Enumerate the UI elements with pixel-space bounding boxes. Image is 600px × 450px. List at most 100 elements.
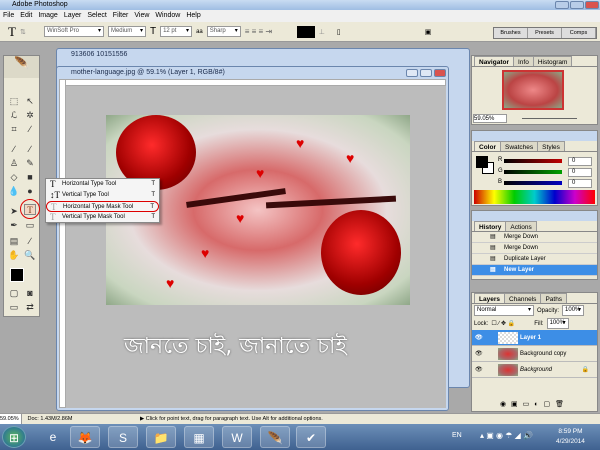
menu-filter[interactable]: Filter — [113, 12, 129, 19]
channel-slider[interactable] — [504, 159, 562, 163]
shape-tool-icon[interactable]: ▭ — [24, 220, 36, 231]
minimize-button[interactable] — [555, 1, 569, 9]
warp-text-icon[interactable]: ⊥ — [319, 28, 333, 36]
screen-mode-icon[interactable]: ▭ — [8, 302, 20, 313]
explorer-icon[interactable]: 📁 — [146, 426, 176, 448]
tab-layers[interactable]: Layers — [474, 293, 505, 303]
menu-window[interactable]: Window — [155, 12, 180, 19]
foreground-color[interactable] — [10, 268, 24, 282]
tool-preset-picker[interactable]: T — [8, 24, 16, 40]
flyout-horizontal-type-mask-tool[interactable]: T Horizontal Type Mask Tool T — [46, 201, 159, 212]
eyedropper-icon[interactable]: ∕ — [24, 236, 36, 247]
tray-icons[interactable]: ▴ ▣ ◉ ☂ ◢ 🔊 — [480, 431, 533, 440]
history-item[interactable]: ▤ Duplicate Layer — [472, 254, 597, 265]
history-item[interactable]: ▤ New Layer — [472, 265, 597, 276]
channel-value[interactable]: 0 — [568, 179, 592, 188]
layer-row[interactable]: 👁 Background 🔒 — [472, 362, 597, 378]
healing-brush-icon[interactable]: ∕ — [8, 144, 20, 155]
clock-time[interactable]: 8:59 PM — [556, 427, 585, 437]
history-item[interactable]: ▤ Merge Down — [472, 243, 597, 254]
language-indicator[interactable]: EN — [452, 432, 462, 439]
history-item[interactable]: ▤ Merge Down — [472, 232, 597, 243]
tab-swatches[interactable]: Swatches — [499, 141, 539, 151]
zoom-tool-icon[interactable]: 🔍 — [24, 250, 36, 261]
dodge-tool-icon[interactable]: ● — [24, 186, 36, 197]
winrar-icon[interactable]: ▦ — [184, 426, 214, 448]
visibility-eye-icon[interactable]: 👁 — [475, 362, 483, 378]
stamp-tool-icon[interactable]: ♙ — [8, 158, 20, 169]
menu-file[interactable]: File — [3, 12, 14, 19]
move-tool-icon[interactable]: ↖ — [24, 96, 36, 107]
ie-icon[interactable]: e — [38, 426, 68, 448]
tab-info[interactable]: Info — [512, 56, 534, 66]
menu-image[interactable]: Image — [38, 12, 57, 19]
tab-paths[interactable]: Paths — [540, 293, 568, 303]
tab-color[interactable]: Color — [474, 141, 501, 151]
slice-tool-icon[interactable]: ∕ — [24, 124, 36, 135]
blend-mode-select[interactable]: Normal — [474, 305, 534, 316]
visibility-eye-icon[interactable]: 👁 — [475, 330, 483, 346]
start-button[interactable]: ⊞ — [2, 426, 26, 448]
channel-value[interactable]: 0 — [568, 168, 592, 177]
flyout-vertical-type-tool[interactable]: ↕T Vertical Type Tool T — [46, 190, 159, 201]
tab-styles[interactable]: Styles — [537, 141, 565, 151]
font-family-select[interactable]: WinSoft Pro — [43, 26, 104, 37]
font-size-select[interactable]: 12 pt — [160, 26, 193, 37]
status-doc-size[interactable]: Doc: 1.43M/2.86M — [28, 416, 73, 422]
channel-value[interactable]: 0 — [568, 157, 592, 166]
skype-icon[interactable]: S — [108, 426, 138, 448]
menu-help[interactable]: Help — [186, 12, 200, 19]
channel-slider[interactable] — [504, 170, 562, 174]
tab-history[interactable]: History — [474, 221, 507, 231]
flyout-vertical-type-mask-tool[interactable]: T Vertical Type Mask Tool T — [46, 212, 159, 223]
canvas-area[interactable]: ♥ ♥ ♥ ♥ ♥ ♥ জানতে চাই, জানাতে চাই — [59, 79, 446, 408]
channel-slider[interactable] — [504, 181, 562, 185]
font-style-select[interactable]: Medium — [107, 26, 146, 37]
tab-navigator[interactable]: Navigator — [474, 56, 514, 66]
lock-icons[interactable]: ☐ ∕ ✥ 🔒 — [491, 320, 515, 327]
word-icon[interactable]: W — [222, 426, 252, 448]
align-buttons[interactable]: ≡ ≡ ≡ ⇥ — [245, 27, 293, 36]
menu-edit[interactable]: Edit — [20, 12, 32, 19]
notes-tool-icon[interactable]: ▤ — [8, 236, 20, 247]
document-window[interactable]: mother-language.jpg @ 59.1% (Layer 1, RG… — [56, 66, 449, 411]
hand-tool-icon[interactable]: ✋ — [8, 250, 20, 261]
layer-row[interactable]: 👁 Background copy — [472, 346, 597, 362]
menu-layer[interactable]: Layer — [64, 12, 82, 19]
visibility-eye-icon[interactable]: 👁 — [475, 346, 483, 362]
imageready-icon[interactable]: ⇄ — [24, 302, 36, 313]
standard-mode-icon[interactable]: ▢ — [8, 288, 20, 299]
navigator-zoom-slider[interactable] — [522, 118, 577, 119]
layer-row[interactable]: 👁 Layer 1 — [472, 330, 597, 346]
opacity-field[interactable]: 100% — [562, 305, 585, 316]
restore-button[interactable] — [570, 1, 584, 9]
flyout-horizontal-type-tool[interactable]: T Horizontal Type Tool T — [46, 179, 159, 190]
menu-view[interactable]: View — [134, 12, 149, 19]
firefox-icon[interactable]: 🦊 — [70, 426, 100, 448]
navigator-zoom-field[interactable]: 59.05% — [473, 114, 507, 123]
text-color-swatch[interactable] — [296, 25, 315, 38]
doc-maximize-button[interactable] — [420, 69, 432, 77]
tab-actions[interactable]: Actions — [505, 221, 537, 231]
menu-select[interactable]: Select — [87, 12, 106, 19]
layer-buttons[interactable]: ◉▣▭◐▢🗑 — [472, 400, 597, 411]
orientation-toggle-icon[interactable]: ⇅ — [20, 28, 40, 36]
lasso-tool-icon[interactable]: ℒ — [8, 110, 20, 121]
imageready-task-icon[interactable]: ✔ — [296, 426, 326, 448]
doc-close-button[interactable] — [434, 69, 446, 77]
doc-minimize-button[interactable] — [406, 69, 418, 77]
tab-channels[interactable]: Channels — [503, 293, 542, 303]
history-brush-icon[interactable]: ✎ — [24, 158, 36, 169]
tab-brushes[interactable]: Brushes — [494, 28, 528, 38]
palettes-toggle-icon[interactable]: ▯ — [337, 28, 351, 36]
photoshop-icon[interactable]: 🪶 — [260, 426, 290, 448]
eraser-tool-icon[interactable]: ◇ — [8, 172, 20, 183]
brush-tool-icon[interactable]: ∕ — [24, 144, 36, 155]
path-selection-icon[interactable]: ➤ — [8, 206, 20, 217]
pen-tool-icon[interactable]: ✒ — [8, 220, 20, 231]
crop-tool-icon[interactable]: ⌗ — [8, 124, 20, 135]
navigator-preview[interactable] — [502, 70, 564, 110]
tab-presets[interactable]: Presets — [528, 28, 562, 38]
tab-comps[interactable]: Comps — [562, 28, 596, 38]
color-spectrum[interactable] — [474, 190, 595, 204]
